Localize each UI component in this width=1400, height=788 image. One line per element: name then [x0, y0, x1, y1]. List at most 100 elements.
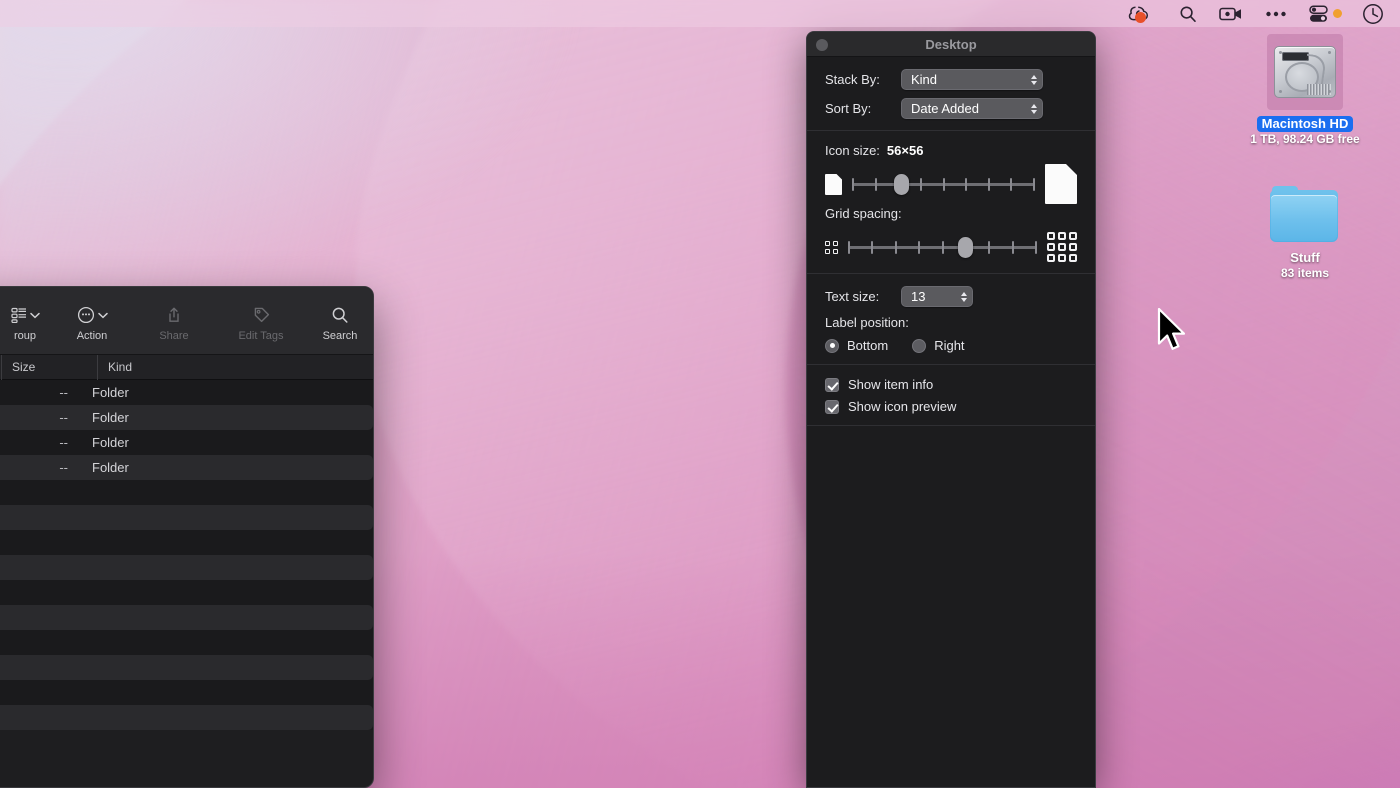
table-row[interactable] [0, 630, 373, 655]
desktop-icon-label: Macintosh HD [1257, 116, 1354, 132]
radio-right-dot [912, 339, 926, 353]
desktop-icon-info: 83 items [1281, 266, 1329, 281]
stack-by-row: Stack By: Kind [807, 69, 1095, 90]
toggles-icon[interactable] [1298, 0, 1333, 27]
chevron-updown-icon [1031, 75, 1037, 85]
section-sorting: Stack By: Kind Sort By: Date Added [807, 57, 1095, 131]
table-row[interactable] [0, 505, 373, 530]
cell-size: -- [0, 410, 82, 425]
sort-by-label: Sort By: [825, 101, 901, 116]
section-options: Show item info Show icon preview [807, 365, 1095, 426]
screen-recording-icon[interactable] [1208, 0, 1254, 27]
sort-by-select[interactable]: Date Added [901, 98, 1043, 119]
cell-size: -- [0, 435, 82, 450]
action-icon [77, 303, 108, 327]
section-sizes: Icon size: 56×56 Grid spacing: [807, 131, 1095, 274]
checkbox-show-icon-preview[interactable]: Show icon preview [807, 399, 1095, 414]
panel-title-bar[interactable]: Desktop [807, 32, 1095, 57]
sync-status-dot [1135, 12, 1146, 23]
desktop-view-options-panel[interactable]: Desktop Stack By: Kind Sort By: Date Add… [806, 31, 1096, 788]
cloud-sync-icon[interactable] [1117, 0, 1168, 27]
status-dot-icon [1333, 0, 1351, 27]
edit-tags-button-label: Edit Tags [238, 330, 283, 342]
icon-size-slider-row [807, 164, 1095, 204]
close-icon[interactable] [816, 39, 828, 51]
menu-bar [0, 0, 1400, 27]
table-row[interactable] [0, 605, 373, 630]
table-row[interactable] [0, 580, 373, 605]
action-button[interactable]: Action [53, 303, 131, 342]
group-icon [11, 303, 40, 327]
icon-size-slider-thumb[interactable] [894, 174, 909, 195]
text-size-label: Text size: [825, 289, 901, 304]
grid-spacing-slider[interactable] [848, 236, 1037, 258]
search-button[interactable]: Search [305, 303, 374, 342]
radio-bottom[interactable]: Bottom [825, 338, 888, 353]
folder-icon [1270, 186, 1340, 244]
mouse-cursor [1157, 308, 1187, 359]
table-row[interactable] [0, 530, 373, 555]
chevron-down-icon [30, 312, 40, 319]
text-size-value: 13 [911, 289, 925, 304]
sort-by-value: Date Added [911, 101, 979, 116]
table-row[interactable] [0, 480, 373, 505]
radio-right[interactable]: Right [912, 338, 964, 353]
desktop-icon-macintosh-hd[interactable]: Macintosh HD 1 TB, 98.24 GB free [1240, 34, 1370, 147]
chevron-updown-icon [961, 292, 967, 302]
icon-size-slider[interactable] [852, 173, 1035, 195]
label-position-radios: Bottom Right [807, 338, 1095, 353]
grid-spacing-slider-thumb[interactable] [958, 237, 973, 258]
tag-icon [252, 303, 271, 327]
radio-bottom-dot [825, 339, 839, 353]
small-document-icon [825, 174, 842, 195]
icon-size-label: Icon size: [825, 143, 880, 158]
action-button-label: Action [77, 330, 108, 342]
clock-icon[interactable] [1351, 0, 1384, 27]
cell-size: -- [0, 460, 82, 475]
cell-kind: Folder [82, 410, 222, 425]
checkbox-label: Show icon preview [848, 399, 956, 414]
table-row[interactable]: 9 PM--Folder [0, 455, 373, 480]
cell-size: -- [0, 385, 82, 400]
stack-by-label: Stack By: [825, 72, 901, 87]
checkbox-show-item-info[interactable]: Show item info [807, 377, 1095, 392]
table-row[interactable] [0, 705, 373, 730]
share-button: Share [131, 303, 217, 342]
column-header-size[interactable]: Size [1, 355, 97, 380]
edit-tags-button: Edit Tags [217, 303, 305, 342]
hard-drive-icon [1267, 34, 1343, 110]
group-button-label: roup [14, 330, 36, 342]
table-row[interactable]: 52 AM--Folder [0, 405, 373, 430]
finder-column-headers: Size Kind [0, 355, 373, 380]
search-icon[interactable] [1168, 0, 1208, 27]
finder-window[interactable]: roup Action Shar [0, 286, 374, 788]
label-position-label: Label position: [825, 315, 909, 330]
icon-size-value: 56×56 [887, 143, 924, 158]
finder-file-list[interactable]: --Folder52 AM--Folder9 PM--Folder9 PM--F… [0, 380, 373, 730]
icon-size-header: Icon size: 56×56 [807, 143, 1095, 158]
table-row[interactable]: 9 PM--Folder [0, 430, 373, 455]
panel-title: Desktop [807, 37, 1095, 52]
desktop-icon-stuff[interactable]: Stuff 83 items [1240, 186, 1370, 281]
finder-toolbar: roup Action Shar [0, 287, 373, 355]
label-position-row: Label position: [807, 315, 1095, 330]
small-grid-icon [825, 241, 838, 254]
sort-by-row: Sort By: Date Added [807, 98, 1095, 119]
desktop-icon-label: Stuff [1285, 250, 1325, 266]
stack-by-select[interactable]: Kind [901, 69, 1043, 90]
checkbox-icon [825, 400, 839, 414]
grid-spacing-header: Grid spacing: [807, 206, 1095, 221]
table-row[interactable] [0, 680, 373, 705]
group-button[interactable]: roup [0, 303, 53, 342]
table-row[interactable]: --Folder [0, 380, 373, 405]
text-size-select[interactable]: 13 [901, 286, 973, 307]
share-icon [165, 303, 183, 327]
column-header-kind[interactable]: Kind [97, 355, 237, 380]
grid-spacing-slider-row [807, 227, 1095, 267]
chevron-down-icon [98, 312, 108, 319]
chevron-updown-icon [1031, 104, 1037, 114]
ellipsis-icon[interactable] [1254, 0, 1298, 27]
table-row[interactable] [0, 555, 373, 580]
table-row[interactable] [0, 655, 373, 680]
grid-spacing-label: Grid spacing: [825, 206, 902, 221]
